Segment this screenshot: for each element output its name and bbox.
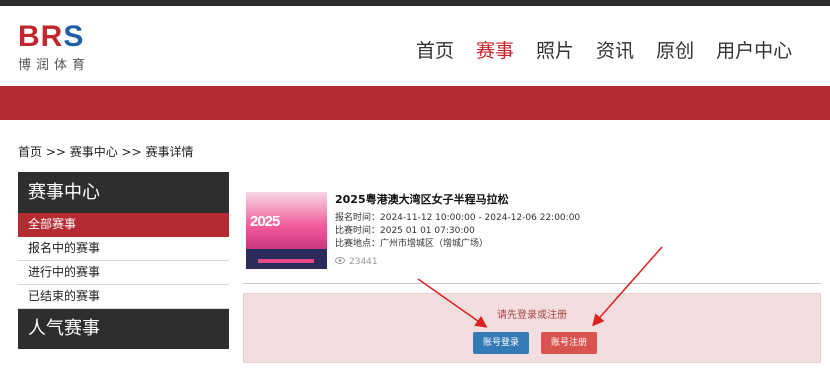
eye-icon — [335, 257, 345, 267]
nav-item-user-center[interactable]: 用户中心 — [716, 36, 792, 63]
nav-item-original[interactable]: 原创 — [656, 36, 694, 63]
sidebar-item-registering[interactable]: 报名中的赛事 — [18, 237, 229, 261]
thumbnail-year: 2025 — [250, 213, 280, 230]
event-card: 2025 2025粤港澳大湾区女子半程马拉松 报名时间：2024-11-12 1… — [243, 183, 821, 284]
event-location: 比赛地点：广州市增城区（增城广场） — [335, 239, 489, 249]
main-nav: 首页 赛事 照片 资讯 原创 用户中心 — [416, 36, 814, 63]
view-count: 23441 — [349, 257, 378, 267]
nav-item-events[interactable]: 赛事 — [476, 36, 514, 63]
breadcrumb: 首页 >> 赛事中心 >> 赛事详情 — [18, 145, 194, 159]
nav-item-photos[interactable]: 照片 — [536, 36, 574, 63]
event-title[interactable]: 2025粤港澳大湾区女子半程马拉松 — [335, 191, 580, 207]
logo-text: BRS — [18, 22, 90, 52]
logo-subtitle: 博润体育 — [18, 58, 91, 73]
alert-message: 请先登录或注册 — [497, 310, 567, 321]
sidebar-popular-title: 人气赛事 — [18, 309, 229, 349]
event-reg-time: 报名时间：2024-11-12 10:00:00 - 2024-12-06 22… — [335, 213, 581, 223]
event-info: 2025粤港澳大湾区女子半程马拉松 报名时间：2024-11-12 10:00:… — [335, 191, 580, 267]
login-button[interactable]: 账号登录 — [473, 332, 530, 354]
sidebar-item-all-events[interactable]: 全部赛事 — [18, 213, 229, 237]
nav-item-news[interactable]: 资讯 — [596, 36, 634, 63]
logo-letters-br: BR — [18, 20, 64, 53]
event-views: 23441 — [335, 257, 580, 267]
logo-letter-s: S — [63, 20, 85, 53]
register-button[interactable]: 账号注册 — [541, 332, 598, 354]
sidebar-item-finished[interactable]: 已结束的赛事 — [18, 285, 229, 309]
sidebar-title: 赛事中心 — [18, 172, 229, 213]
nav-item-home[interactable]: 首页 — [416, 36, 454, 63]
event-race-time: 比赛时间：2025 01 01 07:30:00 — [335, 226, 475, 236]
banner-band — [0, 86, 830, 120]
top-bar — [0, 0, 830, 6]
sidebar-item-ongoing[interactable]: 进行中的赛事 — [18, 261, 229, 285]
event-thumbnail[interactable]: 2025 — [246, 192, 327, 269]
login-alert: 请先登录或注册 账号登录 账号注册 — [243, 293, 821, 363]
logo[interactable]: BRS 博润体育 — [18, 22, 91, 74]
thumbnail-track — [258, 259, 314, 263]
sidebar: 赛事中心 全部赛事 报名中的赛事 进行中的赛事 已结束的赛事 人气赛事 — [18, 172, 229, 349]
